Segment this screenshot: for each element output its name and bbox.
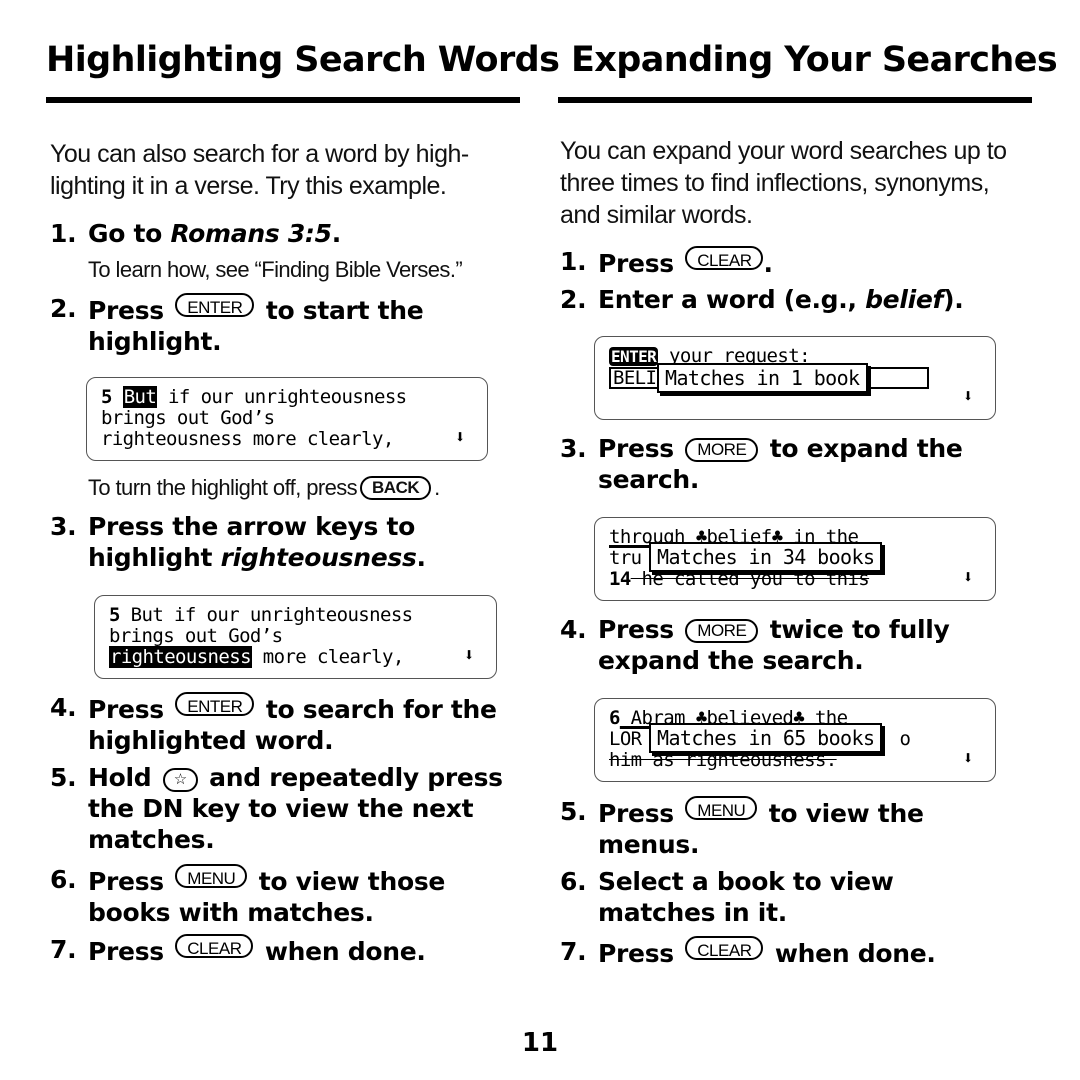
scroll-down-arrow-icon: ⬇ xyxy=(962,567,974,588)
intro-text: You can expand your word searches up to … xyxy=(560,137,1007,229)
step-5: 5. Press MENU to view the menus. xyxy=(560,796,924,859)
step-3: 3. Press MORE to expand the search. xyxy=(560,434,963,494)
menu-key[interactable]: MENU xyxy=(685,796,758,820)
heading-rule xyxy=(46,97,520,103)
lcd-screen-65-books: 6 Abram ♣believed♣ the LOR o him as right… xyxy=(594,698,996,782)
page-number: 11 xyxy=(521,1028,559,1058)
intro-text: You can also search for a word by high-l… xyxy=(50,140,469,200)
enter-key[interactable]: ENTER xyxy=(175,692,255,716)
step-4: 4. Press ENTER to search for the highlig… xyxy=(50,692,497,755)
lcd-screen-highlight-start: 5 But if our unrighteousness brings out … xyxy=(86,377,488,461)
matches-popup: Matches in 65 books xyxy=(649,723,883,753)
back-key[interactable]: BACK xyxy=(360,476,432,500)
enter-tag: ENTER xyxy=(609,347,659,366)
step-5: 5. Hold ☆ and repeatedly press the DN ke… xyxy=(50,763,503,854)
lcd-screen-highlight-righteousness: 5 But if our unrighteousness brings out … xyxy=(94,595,497,679)
clear-key[interactable]: CLEAR xyxy=(685,246,764,270)
highlight-off-note: To turn the highlight off, press BACK. xyxy=(88,475,440,500)
step-2: 2. Press ENTER to start the highlight. xyxy=(50,293,424,356)
heading-rule xyxy=(558,97,1032,103)
step-6: 6. Select a book to view matches in it. xyxy=(560,867,894,927)
step-7: 7. Press CLEAR when done. xyxy=(560,936,936,968)
step-7: 7. Press CLEAR when done. xyxy=(50,934,426,966)
step-2: 2. Enter a word (e.g., belief). xyxy=(560,285,964,314)
scroll-down-arrow-icon: ⬇ xyxy=(962,748,974,769)
scroll-down-arrow-icon: ⬇ xyxy=(962,386,974,407)
matches-popup: Matches in 1 book xyxy=(657,363,868,393)
star-key-icon[interactable]: ☆ xyxy=(162,768,198,792)
step-6: 6. Press MENU to view those books with m… xyxy=(50,864,446,927)
highlighted-word: But xyxy=(122,386,158,408)
clear-key[interactable]: CLEAR xyxy=(685,936,764,960)
section-heading-expanding: Expanding Your Searches xyxy=(571,40,1058,80)
lcd-screen-enter-request: ENTER your request: BELI Matches in 1 bo… xyxy=(594,336,996,420)
menu-key[interactable]: MENU xyxy=(175,864,248,888)
step-3: 3. Press the arrow keys to highlight rig… xyxy=(50,512,426,572)
more-key[interactable]: MORE xyxy=(685,619,759,643)
scroll-down-arrow-icon: ⬇ xyxy=(463,645,475,666)
step-1: 1. Press CLEAR. xyxy=(560,246,773,278)
clear-key[interactable]: CLEAR xyxy=(175,934,254,958)
scroll-down-arrow-icon: ⬇ xyxy=(454,427,466,448)
section-heading-highlighting: Highlighting Search Words xyxy=(46,40,560,80)
lcd-screen-34-books: through ♣belief♣ in the tru 14 he called… xyxy=(594,517,996,601)
step-1-note: To learn how, see “Finding Bible Verses.… xyxy=(88,257,463,282)
matches-popup: Matches in 34 books xyxy=(649,542,883,572)
step-1: 1. Go to Romans 3:5. xyxy=(50,219,341,248)
enter-key[interactable]: ENTER xyxy=(175,293,255,317)
highlighted-word: righteousness xyxy=(109,646,252,668)
step-4: 4. Press MORE twice to fully expand the … xyxy=(560,615,950,675)
more-key[interactable]: MORE xyxy=(685,438,759,462)
